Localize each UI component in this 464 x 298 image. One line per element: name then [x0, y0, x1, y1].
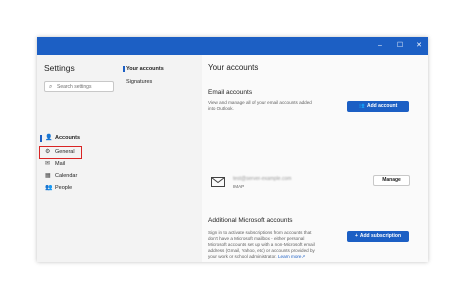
- subnav-item-label: Your accounts: [126, 66, 164, 72]
- nav-item-general[interactable]: ⚙ General: [39, 146, 82, 159]
- external-link-icon: ↗: [301, 254, 306, 259]
- accounts-subnav: Your accounts Signatures: [120, 55, 202, 262]
- main-content: Your accounts Email accounts View and ma…: [202, 55, 428, 262]
- subnav-item-signatures[interactable]: Signatures: [126, 78, 152, 86]
- settings-window: – ☐ ✕ Settings ⌕ 👤 Accounts ⚙ General ✉ …: [37, 37, 428, 262]
- manage-button[interactable]: Manage: [373, 175, 410, 186]
- add-person-icon: 👥: [358, 103, 365, 109]
- gear-icon: ⚙: [45, 149, 51, 155]
- search-box[interactable]: ⌕: [44, 81, 114, 92]
- add-subscription-button[interactable]: + Add subscription: [347, 231, 409, 242]
- nav-item-people[interactable]: 👥 People: [40, 183, 116, 194]
- active-indicator: [40, 135, 42, 142]
- subnav-item-your-accounts[interactable]: Your accounts: [123, 65, 164, 73]
- nav-item-calendar[interactable]: ▦ Calendar: [40, 171, 116, 182]
- minimize-button[interactable]: –: [372, 37, 388, 55]
- nav-item-label: Calendar: [55, 173, 78, 179]
- title-bar: – ☐ ✕: [37, 37, 428, 55]
- nav-item-accounts[interactable]: 👤 Accounts: [40, 133, 116, 144]
- nav-item-mail[interactable]: ✉ Mail: [40, 159, 116, 170]
- nav-item-label: People: [55, 185, 73, 191]
- email-accounts-description: View and manage all of your email accoun…: [208, 100, 312, 111]
- learn-more-link[interactable]: Learn more: [278, 254, 302, 259]
- person-icon: 👤: [45, 135, 53, 141]
- account-email: test@server-example.com: [233, 176, 292, 182]
- maximize-button[interactable]: ☐: [392, 37, 408, 55]
- nav-item-label: Mail: [55, 161, 66, 167]
- nav-item-label: Accounts: [55, 135, 81, 141]
- search-icon: ⌕: [49, 84, 53, 90]
- email-accounts-heading: Email accounts: [208, 89, 253, 96]
- plus-icon: +: [354, 233, 358, 239]
- settings-nav: Settings ⌕ 👤 Accounts ⚙ General ✉ Mail ▦…: [37, 55, 120, 262]
- page-title: Your accounts: [208, 63, 259, 72]
- people-icon: 👥: [45, 185, 53, 191]
- add-account-button[interactable]: 👥 Add account: [347, 101, 409, 112]
- mail-icon: [211, 177, 225, 187]
- settings-title: Settings: [44, 63, 75, 73]
- additional-accounts-description: Sign in to activate subscriptions from a…: [208, 230, 315, 259]
- additional-accounts-heading: Additional Microsoft accounts: [208, 217, 293, 224]
- subnav-item-label: Signatures: [126, 79, 153, 85]
- nav-item-label: General: [55, 149, 75, 155]
- close-button[interactable]: ✕: [411, 37, 427, 55]
- mail-icon: ✉: [45, 161, 51, 167]
- search-input[interactable]: [57, 82, 111, 91]
- active-indicator: [123, 66, 125, 72]
- account-type: IMAP: [233, 184, 245, 189]
- calendar-icon: ▦: [45, 173, 51, 179]
